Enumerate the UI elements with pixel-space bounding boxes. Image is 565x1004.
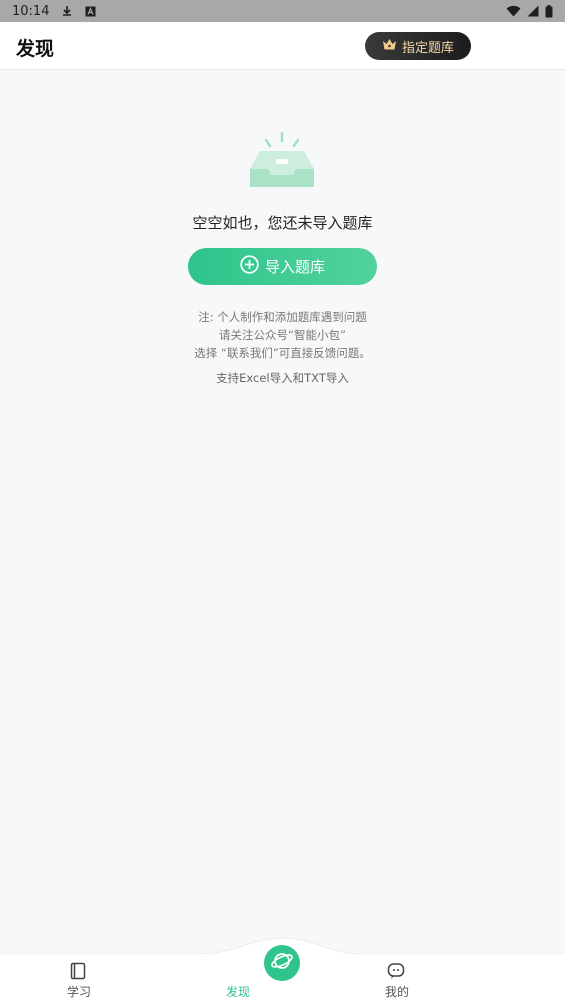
- empty-box-icon: [246, 131, 318, 193]
- nav-label-discover: 发现: [225, 985, 250, 999]
- discover-fab[interactable]: [264, 945, 300, 981]
- status-bar: 10:14: [0, 0, 565, 22]
- help-note-line: 注: 个人制作和添加题库遇到问题: [198, 310, 367, 324]
- help-note-line: 选择 “联系我们”可直接反馈问题。: [194, 346, 371, 360]
- empty-state-message: 空空如也，您还未导入题库: [192, 214, 373, 232]
- book-icon: [69, 962, 87, 984]
- chat-face-icon: [387, 962, 405, 984]
- crown-icon: [382, 38, 397, 55]
- page-title: 发现: [16, 38, 55, 60]
- status-time: 10:14: [12, 3, 50, 19]
- wifi-icon: [506, 5, 521, 17]
- status-left: 10:14: [12, 4, 96, 19]
- designated-question-bank-button[interactable]: 指定题库: [365, 32, 471, 60]
- designated-question-bank-label: 指定题库: [401, 40, 454, 56]
- help-note-line: 请关注公众号“智能小包”: [219, 328, 346, 342]
- plus-circle-icon: [240, 255, 259, 278]
- status-right: [506, 4, 553, 18]
- support-formats-text: 支持Excel导入和TXT导入: [216, 371, 349, 385]
- signal-icon: [527, 5, 539, 17]
- help-note: 注: 个人制作和添加题库遇到问题 请关注公众号“智能小包” 选择 “联系我们”可…: [0, 308, 565, 362]
- header: 发现 指定题库: [0, 22, 565, 70]
- a-icon: [85, 6, 96, 17]
- download-icon: [61, 5, 73, 17]
- planet-icon: [270, 949, 294, 977]
- battery-icon: [545, 4, 553, 18]
- nav-label-study: 学习: [66, 985, 91, 999]
- nav-item-study[interactable]: 学习: [39, 954, 119, 1004]
- import-question-bank-button[interactable]: 导入题库: [188, 248, 377, 285]
- nav-label-mine: 我的: [384, 985, 409, 999]
- import-question-bank-label: 导入题库: [264, 258, 325, 276]
- nav-item-mine[interactable]: 我的: [357, 954, 437, 1004]
